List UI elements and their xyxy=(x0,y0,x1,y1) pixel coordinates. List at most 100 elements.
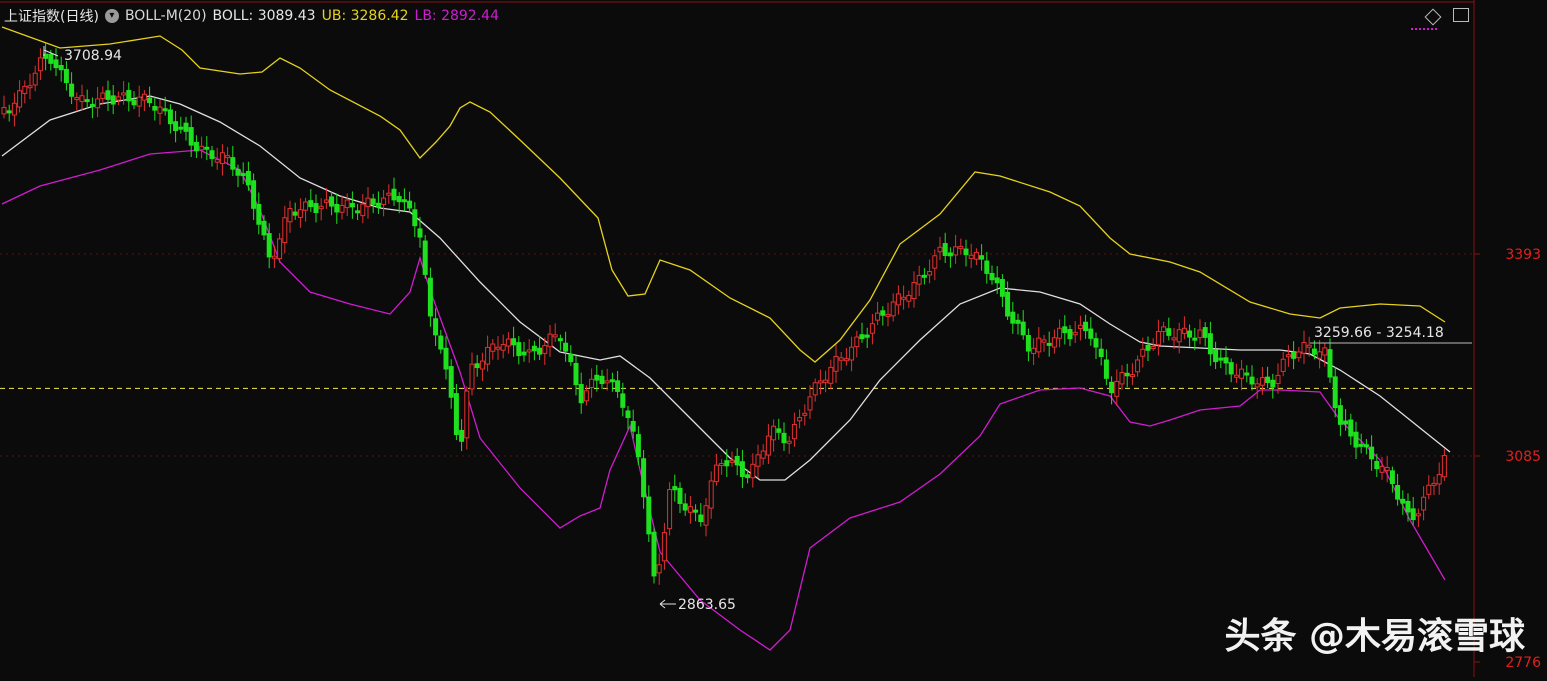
candle-body xyxy=(1254,383,1260,388)
chevron-down-icon[interactable]: ▾ xyxy=(104,9,119,23)
candle-body xyxy=(1317,351,1323,359)
candle-body xyxy=(84,99,90,103)
candle-body xyxy=(916,275,922,285)
candle-body xyxy=(984,260,990,274)
candle-body xyxy=(651,531,657,577)
candle-body xyxy=(188,127,194,146)
candle-body xyxy=(256,203,262,225)
candle-body xyxy=(474,363,480,369)
candle-body xyxy=(271,255,277,259)
candle-body xyxy=(74,97,80,101)
candle-body xyxy=(703,505,709,526)
candle-body xyxy=(1327,349,1333,378)
candle-body xyxy=(1,107,7,115)
candle-body xyxy=(942,243,948,256)
candle-body xyxy=(22,85,28,94)
candle-body xyxy=(708,480,714,509)
candle-body xyxy=(823,379,829,384)
candle-body xyxy=(245,171,251,186)
candle-body xyxy=(531,345,537,352)
candle-body xyxy=(292,211,298,216)
candle-body xyxy=(375,202,381,208)
candle-body xyxy=(563,342,569,352)
candle-body xyxy=(583,390,589,402)
candle-body xyxy=(1405,500,1411,513)
candle-body xyxy=(999,279,1005,297)
candle-body xyxy=(1259,377,1265,386)
candle-body xyxy=(349,202,355,208)
candle-body xyxy=(875,312,881,321)
candle-body xyxy=(152,106,158,111)
candle-body xyxy=(438,335,444,350)
candle-body xyxy=(386,192,392,196)
candle-body xyxy=(282,217,288,243)
candle-body xyxy=(1249,376,1255,385)
candle-body xyxy=(157,106,163,114)
candle-body xyxy=(1337,405,1343,425)
candle-body xyxy=(1441,455,1447,478)
candle-body xyxy=(1129,374,1135,378)
low-label: 2863.65 xyxy=(678,597,736,613)
candle-body xyxy=(365,197,371,208)
candle-body xyxy=(1072,331,1078,336)
candle-body xyxy=(1400,498,1406,504)
candle-body xyxy=(973,251,979,260)
candle-body xyxy=(69,83,75,97)
candle-body xyxy=(1166,328,1172,336)
candle-body xyxy=(1228,362,1234,375)
indicator-name: BOLL-M(20) xyxy=(124,8,207,24)
axis-tick-label: 3393 xyxy=(1505,247,1541,263)
candle-body xyxy=(667,489,673,530)
candle-body xyxy=(1155,331,1161,346)
candle-body xyxy=(833,355,839,372)
candle-body xyxy=(235,168,241,176)
candle-body xyxy=(1332,376,1338,409)
candle-body xyxy=(53,59,59,69)
candle-body xyxy=(344,199,350,209)
candle-body xyxy=(1135,359,1141,373)
candle-body xyxy=(297,209,303,218)
candle-body xyxy=(1421,496,1427,511)
candle-body xyxy=(630,420,636,432)
candle-body xyxy=(1311,348,1317,355)
candle-body xyxy=(1062,326,1068,334)
kline-chart[interactable]: 3393 3085 2776 3708.94 2863.65 3259.66 - 3254… xyxy=(0,0,1547,677)
candle-body xyxy=(1077,324,1083,329)
candle-body xyxy=(318,205,324,210)
candle-body xyxy=(890,301,896,317)
candle-body xyxy=(1218,357,1224,361)
candle-body xyxy=(1265,376,1271,383)
candle-body xyxy=(542,345,548,354)
candle-body xyxy=(1197,329,1203,339)
candle-body xyxy=(677,487,683,504)
chart-canvas: 3393308527763708.942863.653259.66 - 3254… xyxy=(0,0,1541,677)
candle-body xyxy=(599,375,605,385)
candle-body xyxy=(381,197,387,205)
candle-body xyxy=(1109,381,1115,394)
candle-body xyxy=(989,272,995,281)
candle-body xyxy=(521,351,527,356)
candle-body xyxy=(828,366,834,384)
candle-body xyxy=(994,277,1000,284)
candle-body xyxy=(204,146,210,150)
candle-body xyxy=(1010,311,1016,324)
candle-body xyxy=(422,240,428,275)
candle-body xyxy=(1301,342,1307,354)
candle-body xyxy=(6,110,12,114)
candle-body xyxy=(1041,339,1047,343)
candle-body xyxy=(1150,346,1156,350)
candle-body xyxy=(1322,347,1328,356)
candle-body xyxy=(786,440,792,444)
candle-body xyxy=(427,277,433,317)
panel-toggle-icon[interactable] xyxy=(1453,8,1469,22)
legend-ub-value: UB: 3286.42 xyxy=(321,8,409,24)
candle-body xyxy=(1213,349,1219,363)
candle-body xyxy=(693,509,699,513)
candle-body xyxy=(1192,337,1198,341)
candle-body xyxy=(464,390,470,439)
candle-body xyxy=(1270,379,1276,388)
candle-body xyxy=(781,432,787,444)
candle-body xyxy=(1285,354,1291,358)
candle-body xyxy=(589,378,595,389)
candle-body xyxy=(126,90,132,102)
